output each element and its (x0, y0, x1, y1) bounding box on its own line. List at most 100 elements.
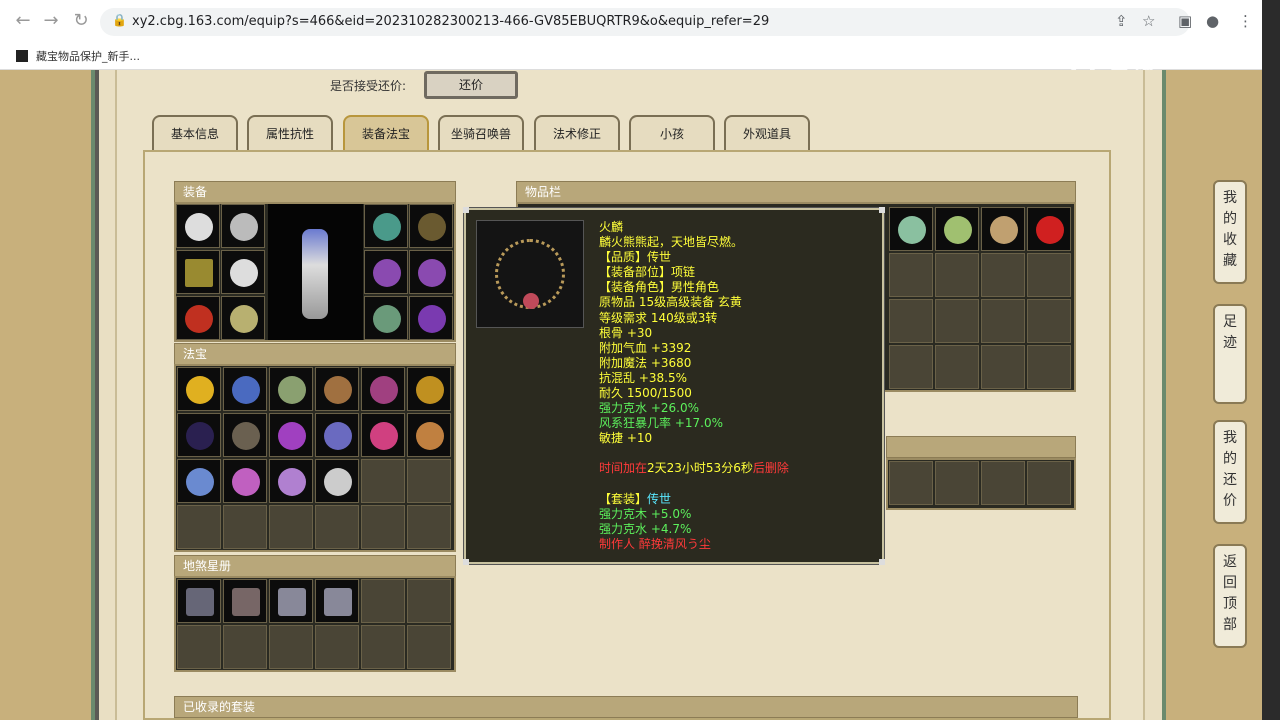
fabao-slot[interactable] (269, 367, 313, 411)
empty-slot (407, 579, 451, 623)
forward-icon[interactable]: → (42, 12, 60, 30)
empty-slot (223, 625, 267, 669)
item-desc: 麟火熊熊起，天地皆尽燃。 (599, 235, 744, 250)
bargain-button[interactable]: 还价 (424, 71, 518, 99)
bookmark-favicon-icon (16, 50, 28, 62)
empty-slot (315, 505, 359, 549)
inventory-slot[interactable] (981, 207, 1025, 251)
tab-equipment[interactable]: 装备法宝 (343, 115, 429, 151)
empty-slot (269, 625, 313, 669)
fabao-slot[interactable] (361, 367, 405, 411)
disha-slot[interactable] (177, 579, 221, 623)
character-avatar (268, 204, 363, 340)
item-stat: 耐久 1500/1500 (599, 386, 692, 401)
reload-icon[interactable]: ↻ (72, 12, 90, 30)
equip-slot[interactable] (221, 296, 265, 340)
equip-slot[interactable] (364, 204, 408, 248)
equip-slot[interactable] (409, 204, 453, 248)
equip-slot[interactable] (176, 204, 220, 248)
empty-slot (361, 625, 405, 669)
equip-slot[interactable] (364, 250, 408, 294)
fabao-slot[interactable] (269, 459, 313, 503)
disha-slot[interactable] (223, 579, 267, 623)
disha-slot[interactable] (315, 579, 359, 623)
item-name: 火麟 (599, 220, 624, 234)
address-bar[interactable]: 🔒 xy2.cbg.163.com/equip?s=466&eid=202310… (100, 8, 1190, 36)
empty-slot (935, 345, 979, 389)
browser-toolbar: ← → ↻ 🔒 xy2.cbg.163.com/equip?s=466&eid=… (0, 0, 1262, 42)
fabao-slot[interactable] (407, 413, 451, 457)
tab-child[interactable]: 小孩 (629, 115, 715, 151)
empty-slot (177, 505, 221, 549)
empty-slot (981, 253, 1025, 297)
inventory-slot[interactable] (935, 207, 979, 251)
empty-slot (935, 461, 979, 505)
equip-slot[interactable] (176, 250, 220, 294)
fabao-slot[interactable] (315, 459, 359, 503)
fabao-slot[interactable] (223, 459, 267, 503)
item-timer: 时间加在2天23小时53分6秒后删除 (599, 461, 789, 476)
fabao-slot[interactable] (177, 413, 221, 457)
sidepanel-icon[interactable]: ▣ (1178, 12, 1192, 30)
footprint-button[interactable]: 足迹 (1213, 304, 1247, 404)
empty-slot (981, 299, 1025, 343)
my-bargain-button[interactable]: 我的还价 (1213, 420, 1247, 524)
item-agility: 敏捷 +10 (599, 431, 653, 446)
empty-slot (361, 459, 405, 503)
fabao-slot[interactable] (407, 367, 451, 411)
empty-slot (889, 299, 933, 343)
tab-spells[interactable]: 法术修正 (534, 115, 620, 151)
item-stat: 抗混乱 +38.5% (599, 370, 687, 385)
empty-slot (889, 253, 933, 297)
item-maker: 制作人 醉挽清风う尘 (599, 536, 711, 551)
empty-slot (935, 299, 979, 343)
right-decoration (1162, 70, 1262, 720)
fabao-slot[interactable] (361, 413, 405, 457)
disha-slot[interactable] (269, 579, 313, 623)
bargain-label: 是否接受还价: (330, 79, 407, 93)
tab-appearance[interactable]: 外观道具 (724, 115, 810, 151)
item-stat: 附加魔法 +3680 (599, 355, 692, 370)
share-icon[interactable]: ⇪ (1115, 12, 1128, 30)
fabao-slot[interactable] (315, 413, 359, 457)
fabao-slot[interactable] (315, 367, 359, 411)
item-set: 【套装】传世 (599, 491, 672, 506)
empty-slot (889, 461, 933, 505)
equip-slot[interactable] (221, 204, 265, 248)
equip-slot[interactable] (176, 296, 220, 340)
url-text[interactable]: xy2.cbg.163.com/equip?s=466&eid=20231028… (132, 14, 769, 29)
fabao-slot[interactable] (223, 367, 267, 411)
back-icon[interactable]: ← (14, 12, 32, 30)
equip-slot[interactable] (364, 296, 408, 340)
profile-icon[interactable]: ● (1206, 12, 1219, 30)
item-origin: 原物品 15级高级装备 玄黄 (599, 295, 742, 310)
fabao-slot[interactable] (223, 413, 267, 457)
item-slot: 【装备部位】项链 (599, 265, 696, 280)
corner-marker (463, 207, 469, 213)
corner-marker (879, 207, 885, 213)
empty-slot (1027, 345, 1071, 389)
section-equipment: 装备 (174, 181, 456, 203)
section-inventory: 物品栏 (516, 181, 1076, 203)
item-role: 【装备角色】男性角色 (599, 280, 720, 295)
my-favorites-button[interactable]: 我的收藏 (1213, 180, 1247, 284)
tab-basic-info[interactable]: 基本信息 (152, 115, 238, 151)
menu-icon[interactable]: ⋮ (1238, 12, 1253, 30)
equip-slot[interactable] (221, 250, 265, 294)
item-stat: 根骨 +30 (599, 325, 653, 340)
fabao-slot[interactable] (177, 367, 221, 411)
tab-attributes[interactable]: 属性抗性 (247, 115, 333, 151)
equip-slot[interactable] (409, 250, 453, 294)
bookmark-item[interactable]: 藏宝物品保护_新手... (16, 48, 140, 64)
scrollbar[interactable] (1262, 0, 1280, 720)
back-to-top-button[interactable]: 返回顶部 (1213, 544, 1247, 648)
inventory-slot[interactable] (1027, 207, 1071, 251)
equip-slot[interactable] (409, 296, 453, 340)
item-stat: 附加气血 +3392 (599, 340, 692, 355)
tab-mounts[interactable]: 坐骑召唤兽 (438, 115, 524, 151)
inventory-slot[interactable] (889, 207, 933, 251)
fabao-slot[interactable] (269, 413, 313, 457)
star-icon[interactable]: ☆ (1142, 12, 1155, 30)
empty-slot (1027, 253, 1071, 297)
fabao-slot[interactable] (177, 459, 221, 503)
